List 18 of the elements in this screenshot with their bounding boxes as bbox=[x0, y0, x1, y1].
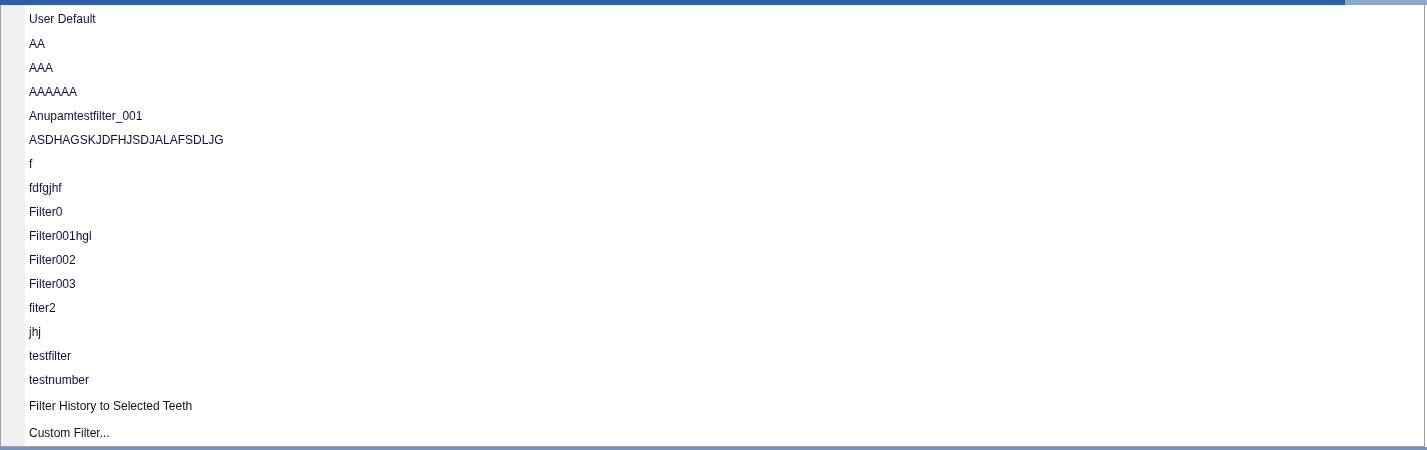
menu-item[interactable]: jhj bbox=[25, 320, 1424, 344]
menu-item[interactable]: fiter2 bbox=[25, 296, 1424, 320]
menu-item[interactable]: Filter002 bbox=[25, 248, 1424, 272]
menu-item[interactable]: fdfgjhf bbox=[25, 176, 1424, 200]
menu-item[interactable]: User Default bbox=[25, 5, 1424, 32]
menu-item[interactable]: Filter History to Selected Teeth bbox=[25, 392, 1424, 419]
menu-item[interactable]: Custom Filter... bbox=[25, 419, 1424, 446]
menu-item[interactable]: Anupamtestfilter_001 bbox=[25, 104, 1424, 128]
menu-item[interactable]: Filter0 bbox=[25, 200, 1424, 224]
menu-item[interactable]: AA bbox=[25, 32, 1424, 56]
menu-item[interactable]: testnumber bbox=[25, 368, 1424, 392]
menu-item[interactable]: AAAAAA bbox=[25, 80, 1424, 104]
menu-item[interactable]: f bbox=[25, 152, 1424, 176]
menu-item[interactable]: Filter003 bbox=[25, 272, 1424, 296]
menu-item[interactable]: AAA bbox=[25, 56, 1424, 80]
menu-item[interactable]: testfilter bbox=[25, 344, 1424, 368]
menu-item[interactable]: ASDHAGSKJDFHJSDJALAFSDLJG bbox=[25, 128, 1424, 152]
menu-item[interactable]: Filter001hgl bbox=[25, 224, 1424, 248]
